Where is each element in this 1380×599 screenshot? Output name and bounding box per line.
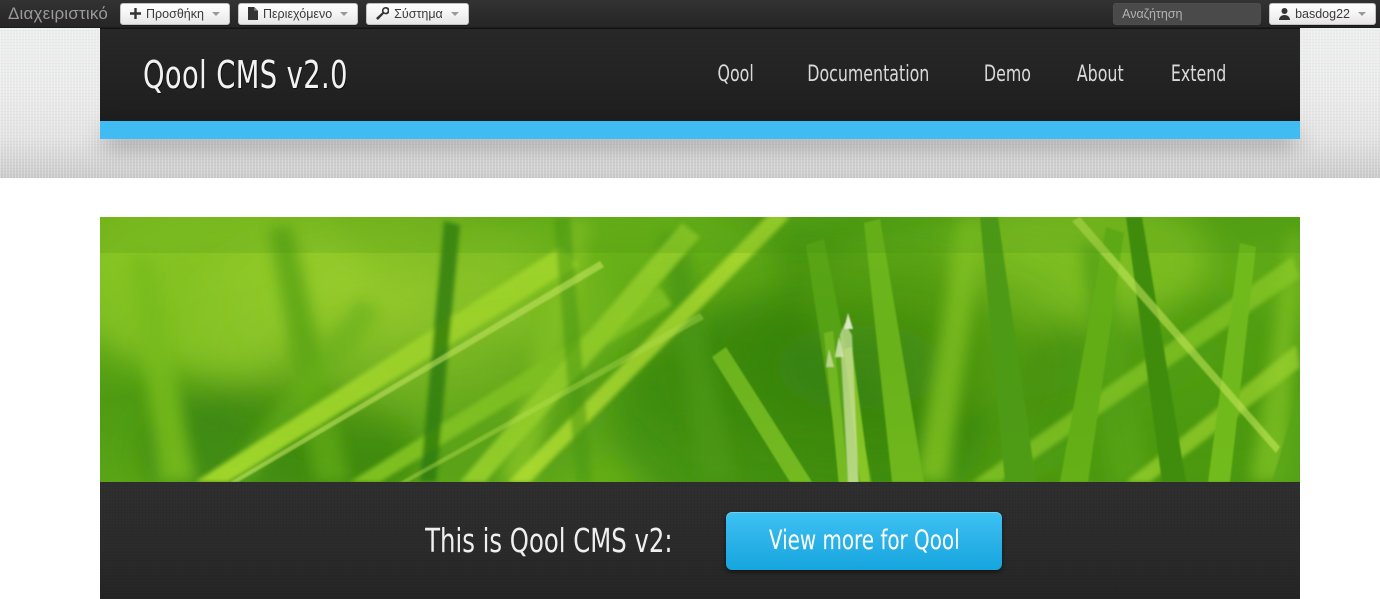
site-title: Qool CMS v2.0 bbox=[143, 53, 348, 97]
user-menu-button[interactable]: basdog22 bbox=[1269, 2, 1376, 25]
chevron-down-icon bbox=[340, 11, 349, 16]
nav-item-qool[interactable]: Qool bbox=[717, 58, 753, 92]
admin-button-content-label: Περιεχόμενο bbox=[262, 6, 333, 21]
admin-button-system-label: Σύστημα bbox=[394, 6, 443, 21]
hero-image bbox=[100, 217, 1300, 482]
site-header: Qool CMS v2.0 Qool Documentation Demo Ab… bbox=[100, 29, 1300, 121]
search-input[interactable] bbox=[1113, 2, 1262, 25]
file-icon bbox=[247, 7, 258, 20]
plus-icon bbox=[130, 8, 142, 19]
chevron-down-icon bbox=[1358, 11, 1366, 16]
admin-bar-right: basdog22 bbox=[1113, 2, 1380, 25]
nav-item-extend[interactable]: Extend bbox=[1171, 58, 1226, 92]
main-navigation: Qool Documentation Demo About Extend bbox=[696, 58, 1251, 92]
nav-item-documentation[interactable]: Documentation bbox=[807, 58, 929, 92]
nav-item-about[interactable]: About bbox=[1077, 58, 1124, 92]
view-more-button[interactable]: View more for Qool bbox=[725, 511, 1003, 570]
accent-bar bbox=[100, 121, 1300, 139]
view-more-button-label: View more for Qool bbox=[768, 525, 960, 556]
chevron-down-icon bbox=[211, 11, 220, 16]
admin-bar: Διαχειριστικό Προσθήκη Περιεχόμενο Σύστη… bbox=[0, 0, 1380, 28]
admin-button-add[interactable]: Προσθήκη bbox=[120, 2, 230, 25]
wrench-icon bbox=[376, 7, 390, 20]
hero-caption-bar: This is Qool CMS v2: View more for Qool bbox=[100, 482, 1300, 599]
nav-item-demo[interactable]: Demo bbox=[984, 58, 1031, 92]
admin-brand-label: Διαχειριστικό bbox=[8, 3, 109, 23]
hero-caption-text: This is Qool CMS v2: bbox=[425, 521, 673, 560]
user-icon bbox=[1279, 7, 1291, 20]
admin-button-system[interactable]: Σύστημα bbox=[366, 2, 469, 25]
chevron-down-icon bbox=[450, 11, 459, 16]
user-menu-label: basdog22 bbox=[1295, 6, 1350, 21]
admin-button-content[interactable]: Περιεχόμενο bbox=[237, 2, 359, 25]
admin-button-add-label: Προσθήκη bbox=[146, 6, 204, 21]
